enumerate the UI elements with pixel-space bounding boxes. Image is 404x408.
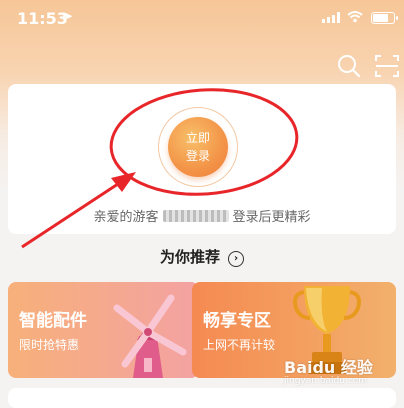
promo-title: 畅享专区 [203,311,271,331]
signal-icon [322,12,340,23]
promo-subtitle: 上网不再计较 [203,338,276,352]
guest-prefix: 亲爱的游客 [93,210,159,225]
recommend-title: 为你推荐 [159,248,220,266]
login-button[interactable]: 立即 登录 [168,117,228,177]
watermark-text: Baidu 经验 [284,358,373,377]
windmill-icon [113,294,187,378]
status-time: 11:53 [17,9,68,28]
wifi-icon [347,11,363,23]
login-card: 立即 登录 亲爱的游客 登录后更精彩 [8,84,396,234]
promo-card-smart-accessories[interactable]: 智能配件 限时抢特惠 [8,282,199,378]
promo-title: 智能配件 [19,311,87,331]
status-bar: 11:53 ➤ [0,0,404,38]
baidu-watermark: Baidu 经验 jingyan.baidu.com [284,354,373,386]
recommend-heading[interactable]: 为你推荐 › [0,246,404,267]
guest-suffix: 登录后更精彩 [232,210,311,225]
promo-subtitle: 限时抢特惠 [19,338,80,352]
scan-icon[interactable] [374,53,400,79]
login-button-line2: 登录 [185,149,210,163]
location-arrow-icon: ➤ [63,9,74,23]
guest-greeting: 亲爱的游客 登录后更精彩 [8,206,396,225]
blurred-username [162,210,229,222]
chevron-right-icon: › [228,251,244,267]
search-icon[interactable] [336,53,362,79]
next-section-card [8,388,396,408]
watermark-sub: jingyan.baidu.com [284,376,368,386]
battery-icon [371,12,398,24]
login-button-line1: 立即 [185,131,210,145]
